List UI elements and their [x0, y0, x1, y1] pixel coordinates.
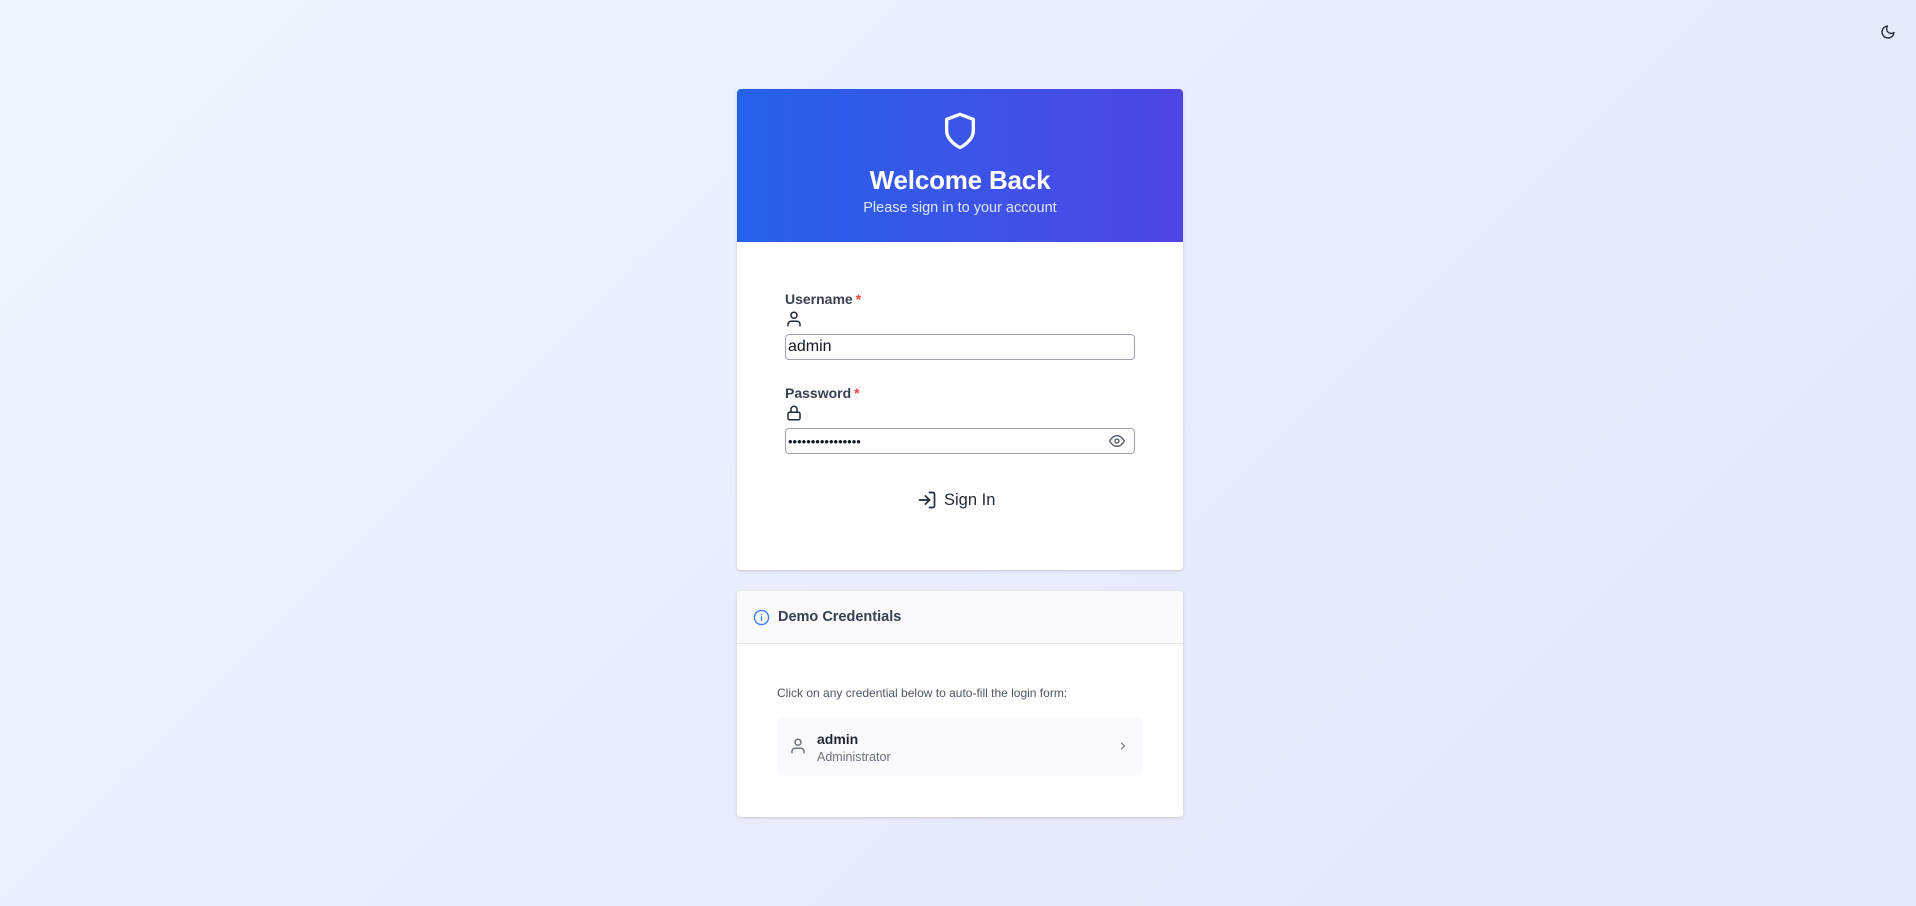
- password-label-text: Password: [785, 385, 852, 401]
- demo-credentials-title: Demo Credentials: [778, 609, 902, 625]
- login-header: Welcome Back Please sign in to your acco…: [737, 89, 1183, 242]
- password-input[interactable]: ••••••••••••••••: [785, 428, 1135, 454]
- moon-icon: [1881, 25, 1895, 39]
- sign-in-label: Sign In: [944, 490, 996, 509]
- password-label: Password *: [785, 385, 860, 401]
- eye-icon[interactable]: [1108, 433, 1126, 449]
- user-icon: [787, 311, 801, 327]
- username-label-text: Username: [785, 291, 853, 307]
- username-label: Username *: [785, 291, 861, 307]
- demo-credentials-header: Demo Credentials: [737, 591, 1183, 644]
- credential-role: Administrator: [817, 750, 891, 764]
- sign-in-button[interactable]: Sign In: [917, 486, 995, 514]
- credential-username: admin: [817, 731, 859, 747]
- demo-credentials-hint: Click on any credential below to auto-fi…: [777, 686, 1068, 700]
- lock-icon: [787, 405, 801, 421]
- shield-icon: [945, 112, 975, 150]
- log-in-icon: [918, 491, 936, 509]
- info-icon: [753, 609, 770, 625]
- password-value: ••••••••••••••••: [788, 433, 861, 449]
- demo-credentials-card: Demo Credentials Click on any credential…: [737, 591, 1183, 817]
- page-title: Welcome Back: [869, 165, 1051, 195]
- username-value: admin: [788, 338, 832, 355]
- required-marker: *: [855, 291, 862, 307]
- chevron-right-icon: [1120, 742, 1126, 750]
- theme-toggle-button[interactable]: [1878, 22, 1898, 42]
- required-marker: *: [854, 385, 860, 401]
- user-icon: [791, 738, 805, 754]
- credential-item-admin[interactable]: admin Administrator: [777, 717, 1143, 776]
- username-input[interactable]: admin: [785, 334, 1135, 360]
- page-subtitle: Please sign in to your account: [863, 200, 1057, 216]
- login-card: Welcome Back Please sign in to your acco…: [737, 89, 1183, 570]
